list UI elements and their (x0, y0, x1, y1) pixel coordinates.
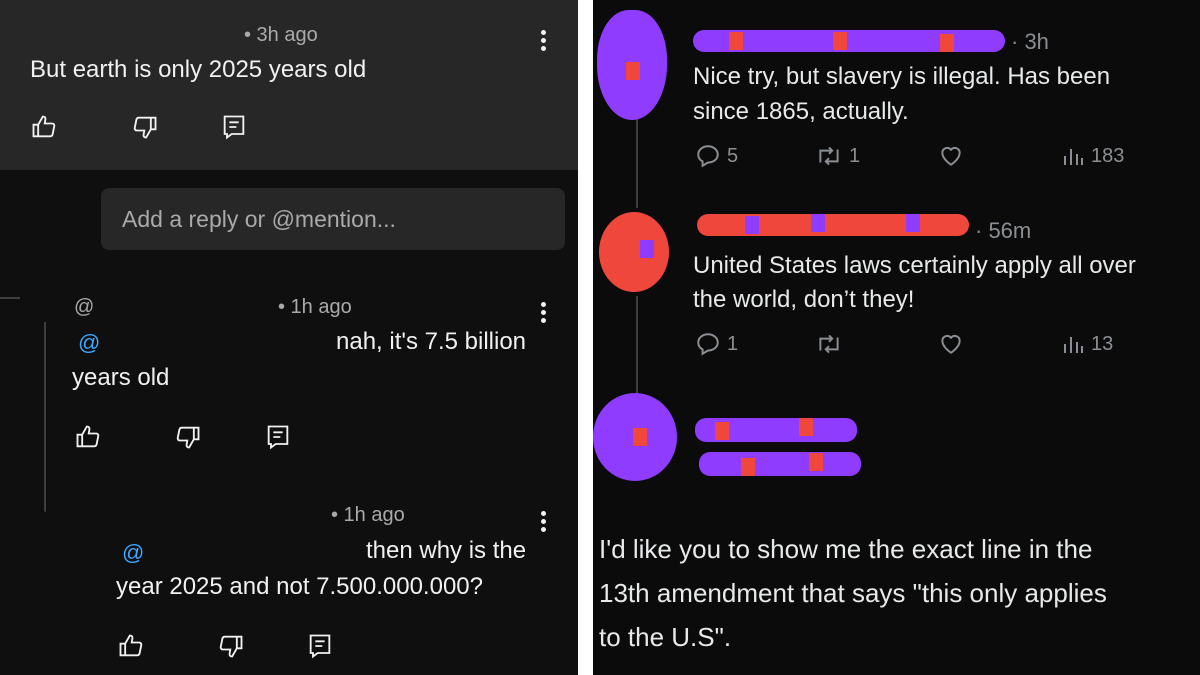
tweet-time: · 3h (1011, 29, 1049, 54)
like-icon[interactable] (117, 632, 145, 660)
dislike-icon[interactable] (217, 632, 245, 660)
more-options-icon[interactable] (541, 302, 547, 326)
views-icon (1064, 337, 1083, 353)
reply-action[interactable]: 1 (695, 331, 738, 357)
panel-divider (578, 0, 593, 675)
reply-text-line2: years old (72, 364, 170, 391)
mention-link[interactable]: @ (78, 330, 100, 356)
redaction-mark (626, 62, 640, 80)
reply-time: • 1h ago (278, 296, 352, 318)
redaction-mark (940, 34, 954, 52)
like-icon[interactable] (30, 113, 58, 141)
avatar-redacted[interactable] (599, 212, 669, 292)
reply-author[interactable]: @ (74, 296, 94, 319)
redaction-mark (745, 216, 759, 234)
reply-action[interactable]: 5 (695, 143, 738, 169)
views-action[interactable]: 13 (1061, 331, 1113, 357)
more-options-icon[interactable] (541, 30, 547, 54)
reply-text-line1: nah, it's 7.5 billion (336, 328, 527, 355)
redaction-mark (833, 32, 847, 50)
reply-count: 1 (727, 332, 739, 355)
tweet-text-line2: the world, don’t they! (693, 286, 915, 313)
redaction-mark (809, 453, 823, 471)
reply-time: • 1h ago (331, 504, 405, 526)
reply-box[interactable] (101, 188, 565, 250)
reply-text-line1: then why is the (366, 537, 527, 564)
views-count: 183 (1091, 144, 1125, 167)
dislike-icon[interactable] (131, 113, 159, 141)
tweet-text-line1: United States laws certainly apply all o… (693, 252, 1136, 279)
reply-text-line2: year 2025 and not 7.500.000.000? (116, 573, 483, 600)
handle-redacted[interactable] (699, 452, 861, 476)
thread-line (44, 322, 46, 512)
views-action[interactable]: 183 (1061, 143, 1124, 169)
reply-input[interactable] (101, 188, 565, 250)
youtube-comments-panel: • 3h ago But earth is only 2025 years ol… (0, 0, 578, 675)
repost-action[interactable] (815, 331, 843, 357)
comment-text: But earth is only 2025 years old (30, 56, 367, 83)
heart-icon (941, 334, 961, 354)
tweet-text-line1: Nice try, but slavery is illegal. Has be… (693, 63, 1111, 90)
tweet-text-line3: to the U.S". (599, 622, 732, 652)
redaction-mark (906, 214, 920, 232)
reply-icon[interactable] (264, 423, 292, 451)
redaction-mark (729, 32, 743, 50)
repost-icon (819, 146, 839, 166)
mention-link[interactable]: @ (122, 540, 144, 566)
thread-line (636, 296, 638, 396)
redaction-mark (640, 240, 654, 258)
repost-icon (819, 334, 839, 354)
repost-action[interactable]: 1 (815, 143, 860, 169)
like-icon[interactable] (74, 423, 102, 451)
thread-connector (0, 297, 20, 299)
like-action[interactable] (937, 331, 965, 357)
reply-icon[interactable] (306, 632, 334, 660)
dislike-icon[interactable] (174, 423, 202, 451)
heart-icon (941, 146, 961, 166)
redaction-mark (811, 214, 825, 232)
redaction-mark (715, 422, 729, 440)
tweet-time: · 56m (975, 218, 1032, 243)
reply-icon (697, 333, 719, 356)
more-options-icon[interactable] (541, 511, 547, 535)
views-icon (1064, 149, 1083, 165)
tweet-text-line2: 13th amendment that says "this only appl… (599, 578, 1107, 608)
tweet-text-line2: since 1865, actually. (693, 98, 909, 125)
redaction-mark (741, 458, 755, 476)
twitter-thread-panel: · 3h Nice try, but slavery is illegal. H… (593, 0, 1200, 675)
repost-count: 1 (849, 144, 861, 167)
thread-line (636, 118, 638, 208)
comment-time: • 3h ago (244, 24, 318, 46)
redaction-mark (799, 418, 813, 436)
redaction-mark (633, 428, 647, 446)
reply-icon (697, 145, 719, 168)
reply-count: 5 (727, 144, 739, 167)
tweet-text-line1: I'd like you to show me the exact line i… (599, 534, 1093, 564)
like-action[interactable] (937, 143, 965, 169)
views-count: 13 (1091, 332, 1114, 355)
username-redacted[interactable] (697, 214, 969, 236)
top-comment: • 3h ago But earth is only 2025 years ol… (0, 0, 578, 170)
tweet-text: I'd like you to show me the exact line i… (599, 527, 1199, 659)
reply-icon[interactable] (220, 113, 248, 141)
